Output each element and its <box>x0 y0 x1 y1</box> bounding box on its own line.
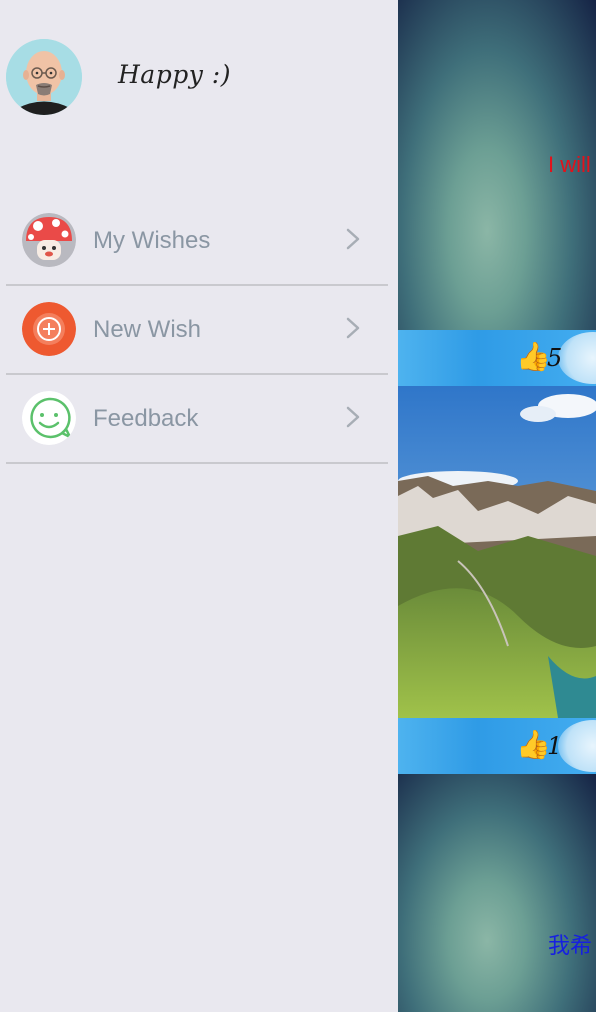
wish-card-text: 我希 <box>548 933 593 958</box>
menu-item-new-wish[interactable]: New Wish <box>6 286 388 375</box>
menu-item-my-wishes[interactable]: My Wishes <box>6 197 388 286</box>
thumbs-up-icon[interactable]: 👍 <box>516 728 551 761</box>
menu-label-my-wishes: My Wishes <box>93 227 211 254</box>
chevron-right-icon <box>346 406 360 428</box>
wish-card-text: I will <box>548 152 591 177</box>
thumbs-up-icon[interactable]: 👍 <box>516 340 551 373</box>
menu-item-feedback[interactable]: Feedback <box>6 375 388 464</box>
avatar[interactable] <box>6 39 82 115</box>
mushroom-icon <box>22 213 76 267</box>
plus-circle-icon <box>22 302 76 356</box>
menu-list: My Wishes New Wish Feedback <box>6 197 388 464</box>
bar-highlight <box>558 720 596 772</box>
wish-like-bar: 👍 1 <box>398 718 596 774</box>
side-menu: Happy :) My Wishes New Wish Feedback <box>0 0 398 1012</box>
wish-feed[interactable]: I will 👍 5 👍 1 我希 <box>398 0 596 1012</box>
greeting-text: Happy :) <box>118 60 231 89</box>
mountain-photo[interactable] <box>398 386 596 718</box>
wish-card-blurred[interactable]: 我希 <box>398 774 596 1012</box>
smiley-chat-icon <box>22 391 76 445</box>
wish-card-blurred[interactable]: I will <box>398 0 596 330</box>
bar-highlight <box>558 332 596 384</box>
chevron-right-icon <box>346 317 360 339</box>
like-count: 5 <box>547 344 563 372</box>
menu-label-feedback: Feedback <box>93 405 199 432</box>
wish-like-bar: 👍 5 <box>398 330 596 386</box>
menu-label-new-wish: New Wish <box>93 316 202 343</box>
chevron-right-icon <box>346 228 360 250</box>
like-count: 1 <box>547 732 563 760</box>
